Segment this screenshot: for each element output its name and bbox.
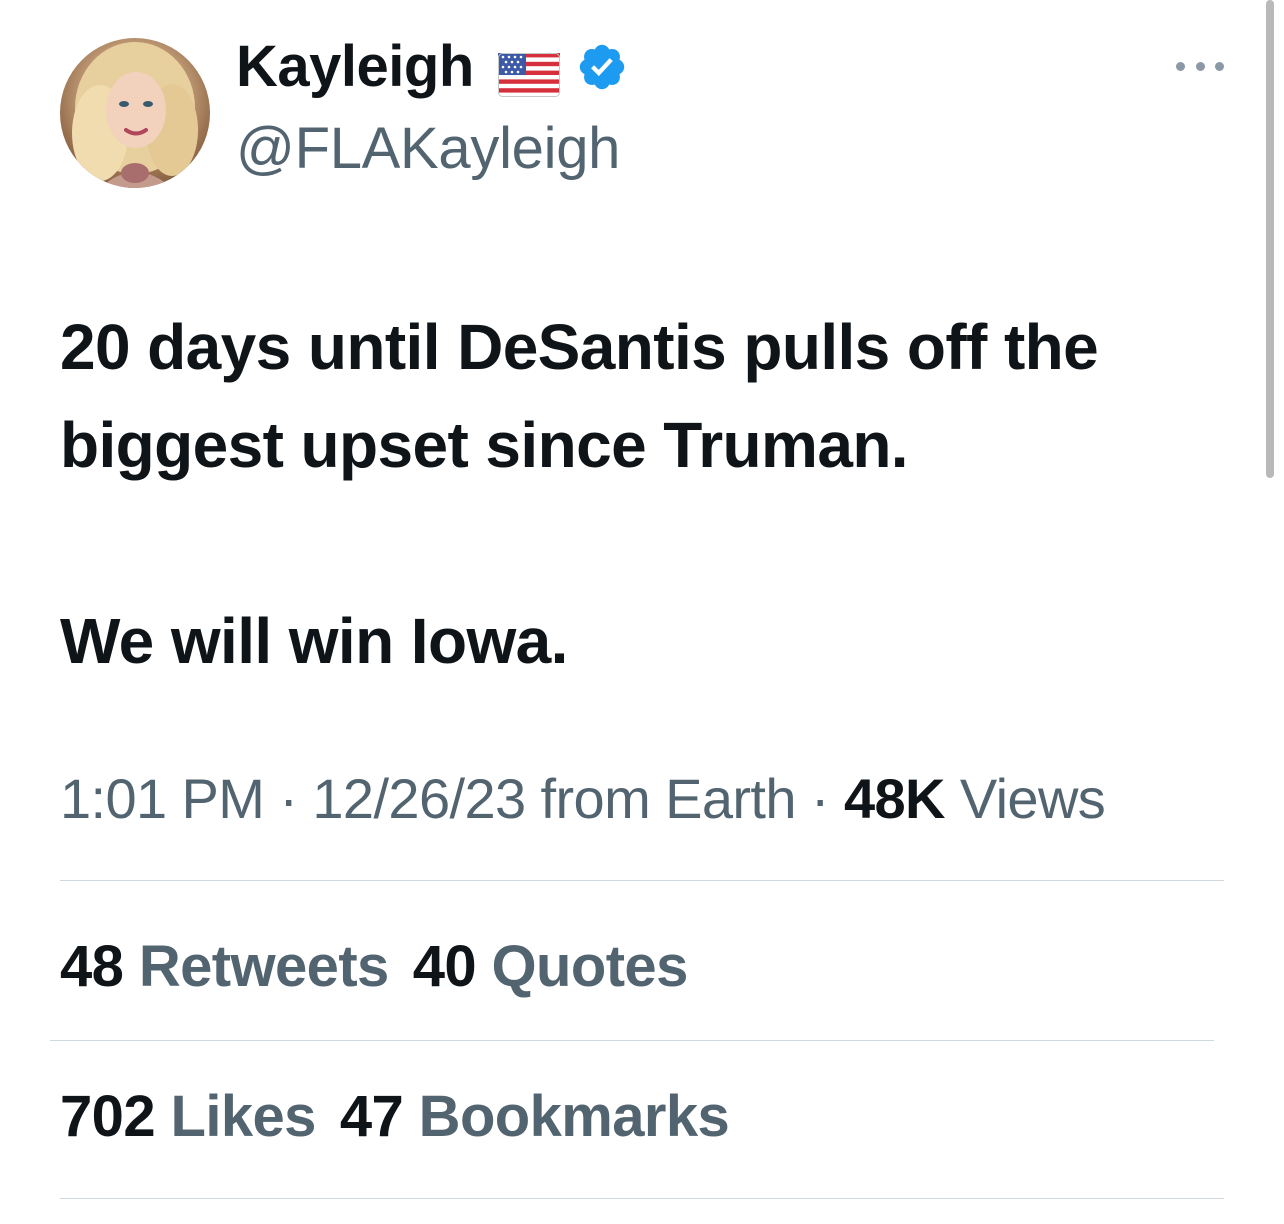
- tweet-meta: 1:01 PM · 12/26/23 from Earth · 48K View…: [60, 756, 1210, 842]
- tweet-paragraph: We will win Iowa.: [60, 605, 568, 677]
- stats-row-likes: 702 Likes 47 Bookmarks: [60, 1082, 730, 1152]
- bookmarks-count: 47: [339, 1084, 404, 1149]
- bookmarks-label: Bookmarks: [418, 1084, 730, 1149]
- bookmarks-stat[interactable]: 47 Bookmarks: [339, 1084, 730, 1149]
- divider: [50, 1040, 1214, 1041]
- views-label: Views: [959, 767, 1106, 830]
- more-dot: [1195, 61, 1205, 71]
- retweets-stat[interactable]: 48 Retweets: [60, 934, 389, 999]
- us-flag-icon: [497, 45, 560, 97]
- tweet-paragraph: 20 days until DeSantis pulls off the big…: [60, 311, 1099, 481]
- views-count: 48K: [843, 767, 946, 830]
- meta-separator: ·: [279, 767, 298, 830]
- tweet-date[interactable]: 12/26/23: [312, 767, 526, 830]
- author-handle[interactable]: @FLAKayleigh: [236, 116, 620, 182]
- avatar[interactable]: [60, 38, 210, 188]
- divider: [60, 1198, 1224, 1199]
- tweet-source: from Earth: [540, 767, 797, 830]
- retweets-label: Retweets: [138, 934, 389, 999]
- likes-stat[interactable]: 702 Likes: [60, 1084, 316, 1149]
- display-name[interactable]: Kayleigh: [236, 34, 474, 100]
- more-options-icon[interactable]: [1176, 50, 1224, 82]
- tweet-time[interactable]: 1:01 PM: [60, 767, 265, 830]
- scrollbar[interactable]: [1266, 0, 1274, 478]
- more-dot: [1176, 61, 1185, 71]
- divider: [60, 880, 1224, 881]
- quotes-label: Quotes: [491, 934, 689, 999]
- meta-separator: ·: [810, 767, 830, 830]
- author-name-row[interactable]: Kayleigh: [236, 34, 628, 100]
- tweet-text: 20 days until DeSantis pulls off the big…: [60, 298, 1220, 690]
- quotes-count: 40: [412, 934, 477, 999]
- likes-label: Likes: [170, 1084, 317, 1149]
- verified-badge-icon[interactable]: [576, 41, 628, 93]
- likes-count: 702: [60, 1084, 156, 1149]
- more-dot: [1215, 61, 1224, 71]
- stats-row-reposts: 48 Retweets 40 Quotes: [60, 932, 688, 1002]
- retweets-count: 48: [60, 934, 124, 999]
- quotes-stat[interactable]: 40 Quotes: [412, 934, 689, 999]
